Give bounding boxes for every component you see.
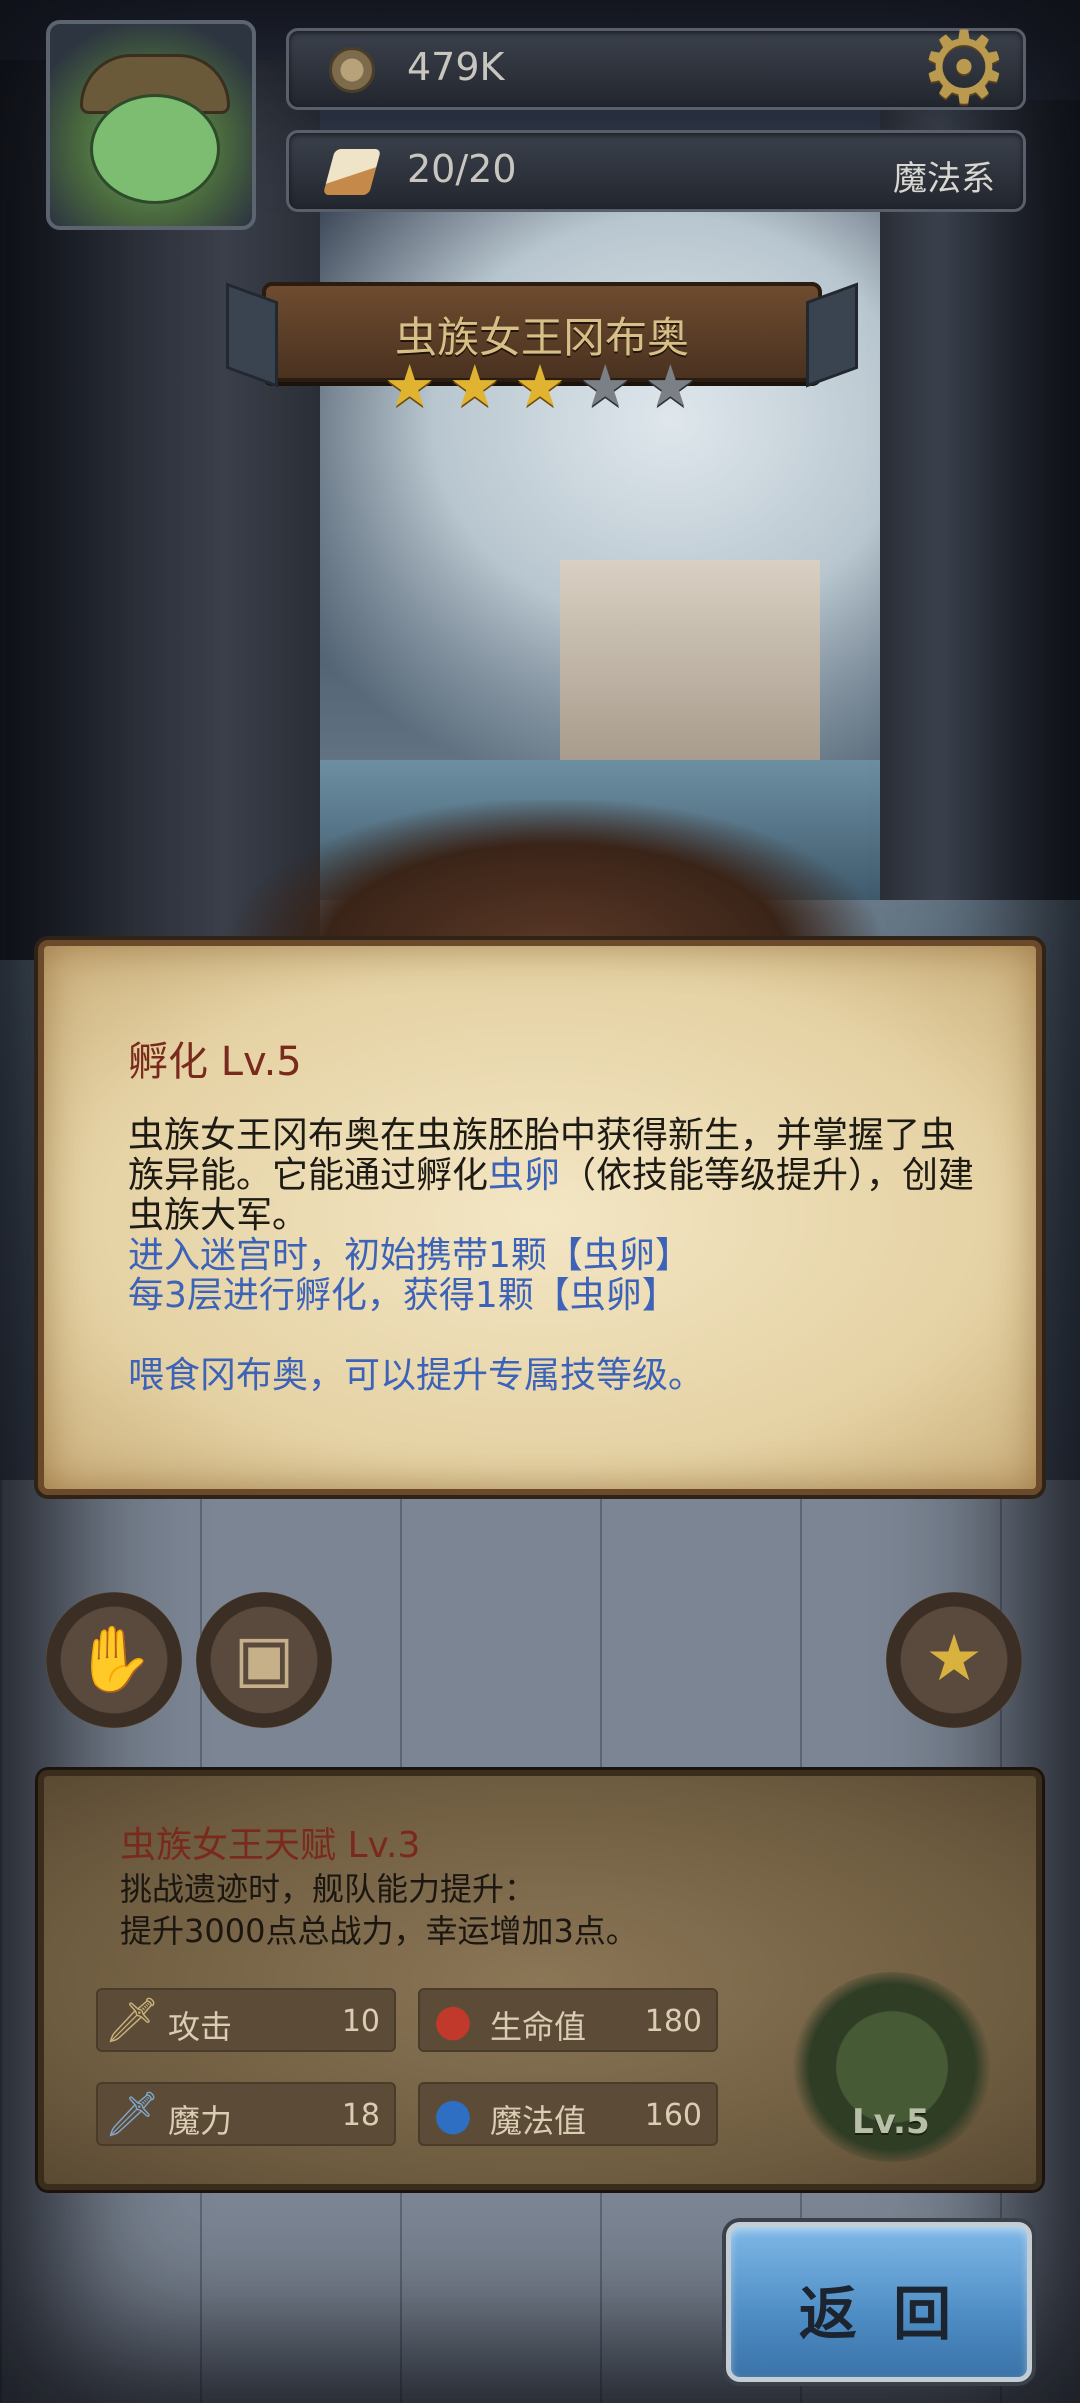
stat-value: 18 — [341, 2098, 380, 2133]
star-button[interactable]: ★ — [886, 1592, 1022, 1728]
talent-desc-line-2: 提升3000点总战力，幸运增加3点。 — [120, 1912, 638, 1950]
gear-icon[interactable]: ⚙ — [912, 16, 1016, 120]
pie-icon — [322, 149, 382, 195]
red-potion-icon: ● — [433, 1995, 473, 2046]
skill-line-enter: 进入迷宫时，初始携带1颗【虫卵】 — [128, 1235, 691, 1276]
stat-value: 10 — [341, 2004, 380, 2039]
blue-potion-icon: ● — [433, 2089, 473, 2140]
stat-label: 魔法值 — [490, 2102, 587, 2140]
stat-value: 180 — [644, 2004, 702, 2039]
return-button[interactable]: 返 回 — [726, 2222, 1032, 2382]
coin-value: 479K — [407, 45, 505, 89]
skill-description: 虫族女王冈布奥在虫族胚胎中获得新生，并掌握了虫族异能。它能通过孵化虫卵（依技能等… — [128, 1116, 988, 1396]
magic-sword-icon: 🗡 — [104, 2089, 160, 2140]
talent-title: 虫族女王天赋 Lv.3 — [120, 1825, 421, 1866]
stat-attack: 🗡 攻击 10 — [96, 1988, 396, 2052]
claw-skill-button[interactable]: ✋ — [46, 1592, 182, 1728]
pet-portrait[interactable]: Lv.5 — [792, 1972, 992, 2162]
talent-desc-line-1: 挑战遗迹时，舰队能力提升： — [120, 1870, 537, 1908]
stat-magic-power: 🗡 魔力 18 — [96, 2082, 396, 2146]
class-label: 魔法系 — [893, 159, 995, 199]
return-label: 返 回 — [798, 2280, 960, 2348]
star-icon: ★ — [925, 1622, 983, 1696]
egg-link[interactable]: 虫卵 — [488, 1155, 560, 1196]
star-filled-icon: ★ — [448, 352, 501, 420]
claw-icon: ✋ — [74, 1623, 154, 1697]
stat-value: 160 — [644, 2098, 702, 2133]
coin-icon — [329, 47, 375, 93]
star-empty-icon: ★ — [644, 352, 697, 420]
energy-bar: 20/20 魔法系 — [286, 130, 1026, 212]
energy-value: 20/20 — [407, 147, 517, 191]
talent-description: 挑战遗迹时，舰队能力提升： 提升3000点总战力，幸运增加3点。 — [120, 1868, 638, 1952]
player-avatar[interactable] — [46, 20, 256, 230]
book-icon: ▣ — [233, 1622, 295, 1696]
stat-mp: ● 魔法值 160 — [418, 2082, 718, 2146]
star-filled-icon: ★ — [383, 352, 436, 420]
sword-icon: 🗡 — [104, 1995, 160, 2046]
avatar-face — [90, 94, 220, 204]
star-rating: ★ ★ ★ ★ ★ — [380, 356, 700, 416]
stat-label: 攻击 — [168, 2008, 233, 2046]
stat-hp: ● 生命值 180 — [418, 1988, 718, 2052]
star-empty-icon: ★ — [579, 352, 632, 420]
talent-panel: 虫族女王天赋 Lv.3 挑战遗迹时，舰队能力提升： 提升3000点总战力，幸运增… — [38, 1770, 1042, 2190]
skill-line-hatch: 每3层进行孵化，获得1颗【虫卵】 — [128, 1275, 678, 1316]
pet-level: Lv.5 — [852, 2102, 930, 2142]
skill-panel: 孵化 Lv.5 虫族女王冈布奥在虫族胚胎中获得新生，并掌握了虫族异能。它能通过孵… — [38, 940, 1042, 1495]
stat-label: 魔力 — [168, 2102, 233, 2140]
stat-label: 生命值 — [490, 2008, 587, 2046]
star-filled-icon: ★ — [514, 352, 566, 420]
spellbook-button[interactable]: ▣ — [196, 1592, 332, 1728]
skill-title: 孵化 Lv.5 — [128, 1039, 302, 1085]
skill-line-feed: 喂食冈布奥，可以提升专属技等级。 — [128, 1355, 705, 1396]
